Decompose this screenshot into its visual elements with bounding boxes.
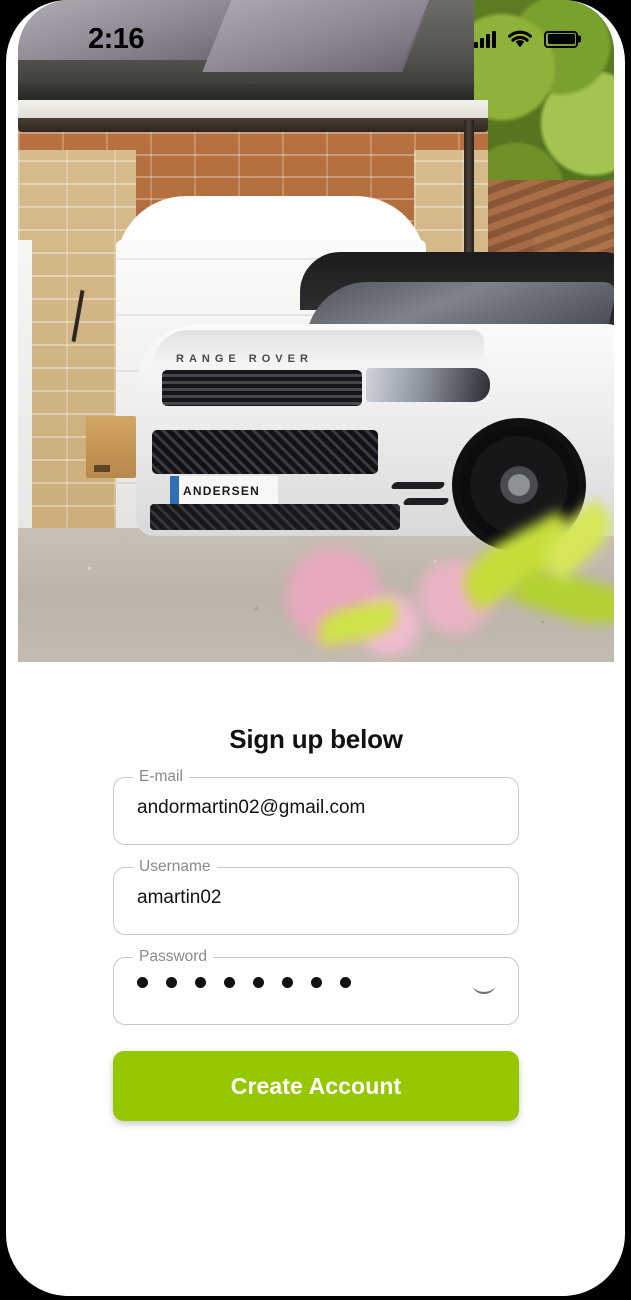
- license-plate-band: [170, 476, 179, 506]
- car-brand-text: RANGE ROVER: [176, 353, 313, 365]
- car-lower-grille: [152, 430, 378, 474]
- car-fog-slash: [402, 498, 450, 505]
- password-dot: [166, 977, 177, 988]
- signup-form: Sign up below E-mail andormartin02@gmail…: [18, 662, 614, 1296]
- gutter: [18, 118, 488, 132]
- create-account-button[interactable]: Create Account: [113, 1051, 519, 1121]
- password-dot: [340, 977, 351, 988]
- page-title: Sign up below: [229, 724, 403, 754]
- solar-panel-right: [202, 0, 434, 72]
- volume-down-button[interactable]: [0, 446, 6, 522]
- car-wheel-hub: [508, 474, 530, 496]
- license-plate-text: ANDERSEN: [183, 484, 260, 498]
- password-field-value[interactable]: [137, 977, 351, 988]
- volume-up-button[interactable]: [0, 330, 6, 402]
- phone-frame: RANGE ROVER ANDERSEN 2:16 Sign up below …: [0, 0, 631, 1300]
- password-field-label: Password: [133, 948, 214, 966]
- email-field[interactable]: E-mail andormartin02@gmail.com: [113, 768, 519, 845]
- password-dot: [224, 977, 235, 988]
- password-field-outline: [113, 957, 519, 1025]
- car-headlight: [366, 368, 490, 402]
- email-field-value[interactable]: andormartin02@gmail.com: [137, 795, 463, 821]
- email-field-label: E-mail: [133, 768, 189, 786]
- password-dot: [282, 977, 293, 988]
- silent-switch-button[interactable]: [0, 205, 6, 265]
- username-field-label: Username: [133, 858, 217, 876]
- password-dot: [195, 977, 206, 988]
- password-dot: [253, 977, 264, 988]
- power-button[interactable]: [625, 398, 631, 520]
- username-field-value[interactable]: amartin02: [137, 885, 463, 911]
- license-plate: ANDERSEN: [170, 476, 278, 506]
- eye-closed-icon[interactable]: [467, 974, 501, 1008]
- phone-screen: RANGE ROVER ANDERSEN 2:16 Sign up below …: [18, 0, 614, 1296]
- phone-body: RANGE ROVER ANDERSEN 2:16 Sign up below …: [6, 0, 625, 1296]
- car-fog-slash: [390, 482, 446, 489]
- password-dot: [137, 977, 148, 988]
- password-dot: [311, 977, 322, 988]
- username-field[interactable]: Username amartin02: [113, 858, 519, 935]
- car-upper-grille: [162, 370, 362, 406]
- side-door: [18, 240, 32, 540]
- password-field[interactable]: Password: [113, 948, 519, 1025]
- car-bumper-vent: [150, 504, 400, 530]
- hero-photo: RANGE ROVER ANDERSEN: [18, 0, 614, 662]
